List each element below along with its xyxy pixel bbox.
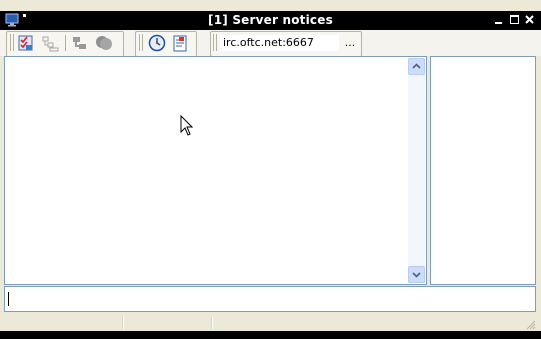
clock-icon[interactable] [147, 33, 167, 53]
toolbar: irc.oftc.net:6667 ... [0, 30, 541, 57]
scroll-down-button[interactable] [408, 266, 425, 283]
user-list-panel[interactable] [430, 56, 536, 285]
vertical-scrollbar[interactable] [408, 58, 425, 283]
status-separator [122, 317, 124, 329]
bubbles-icon[interactable] [94, 33, 114, 53]
mouse-pointer-icon [180, 114, 194, 137]
scroll-up-button[interactable] [408, 58, 425, 75]
message-input[interactable] [4, 286, 536, 312]
title-bar[interactable]: [1] Server notices [0, 11, 541, 30]
status-separator [211, 317, 213, 329]
minimize-icon[interactable] [492, 13, 505, 26]
toolbar-separator [65, 35, 66, 51]
toolbar-grip[interactable] [139, 34, 143, 51]
toolbar-grip[interactable] [213, 34, 217, 51]
checklist-icon[interactable] [16, 33, 36, 53]
list-icon[interactable] [40, 33, 60, 53]
notices-view[interactable] [4, 56, 427, 285]
close-icon[interactable] [523, 13, 536, 26]
network-icon[interactable] [70, 33, 90, 53]
status-bar [0, 314, 541, 331]
bottom-border [0, 331, 541, 339]
text-caret [8, 292, 9, 306]
resize-grip-icon[interactable] [524, 318, 536, 330]
maximize-icon[interactable] [508, 13, 521, 26]
log-icon[interactable] [170, 33, 190, 53]
toolbar-grip[interactable] [10, 34, 14, 51]
server-address-field[interactable]: irc.oftc.net:6667 [220, 35, 339, 51]
window-title: [1] Server notices [208, 13, 333, 27]
server-browse-button[interactable]: ... [343, 36, 357, 52]
